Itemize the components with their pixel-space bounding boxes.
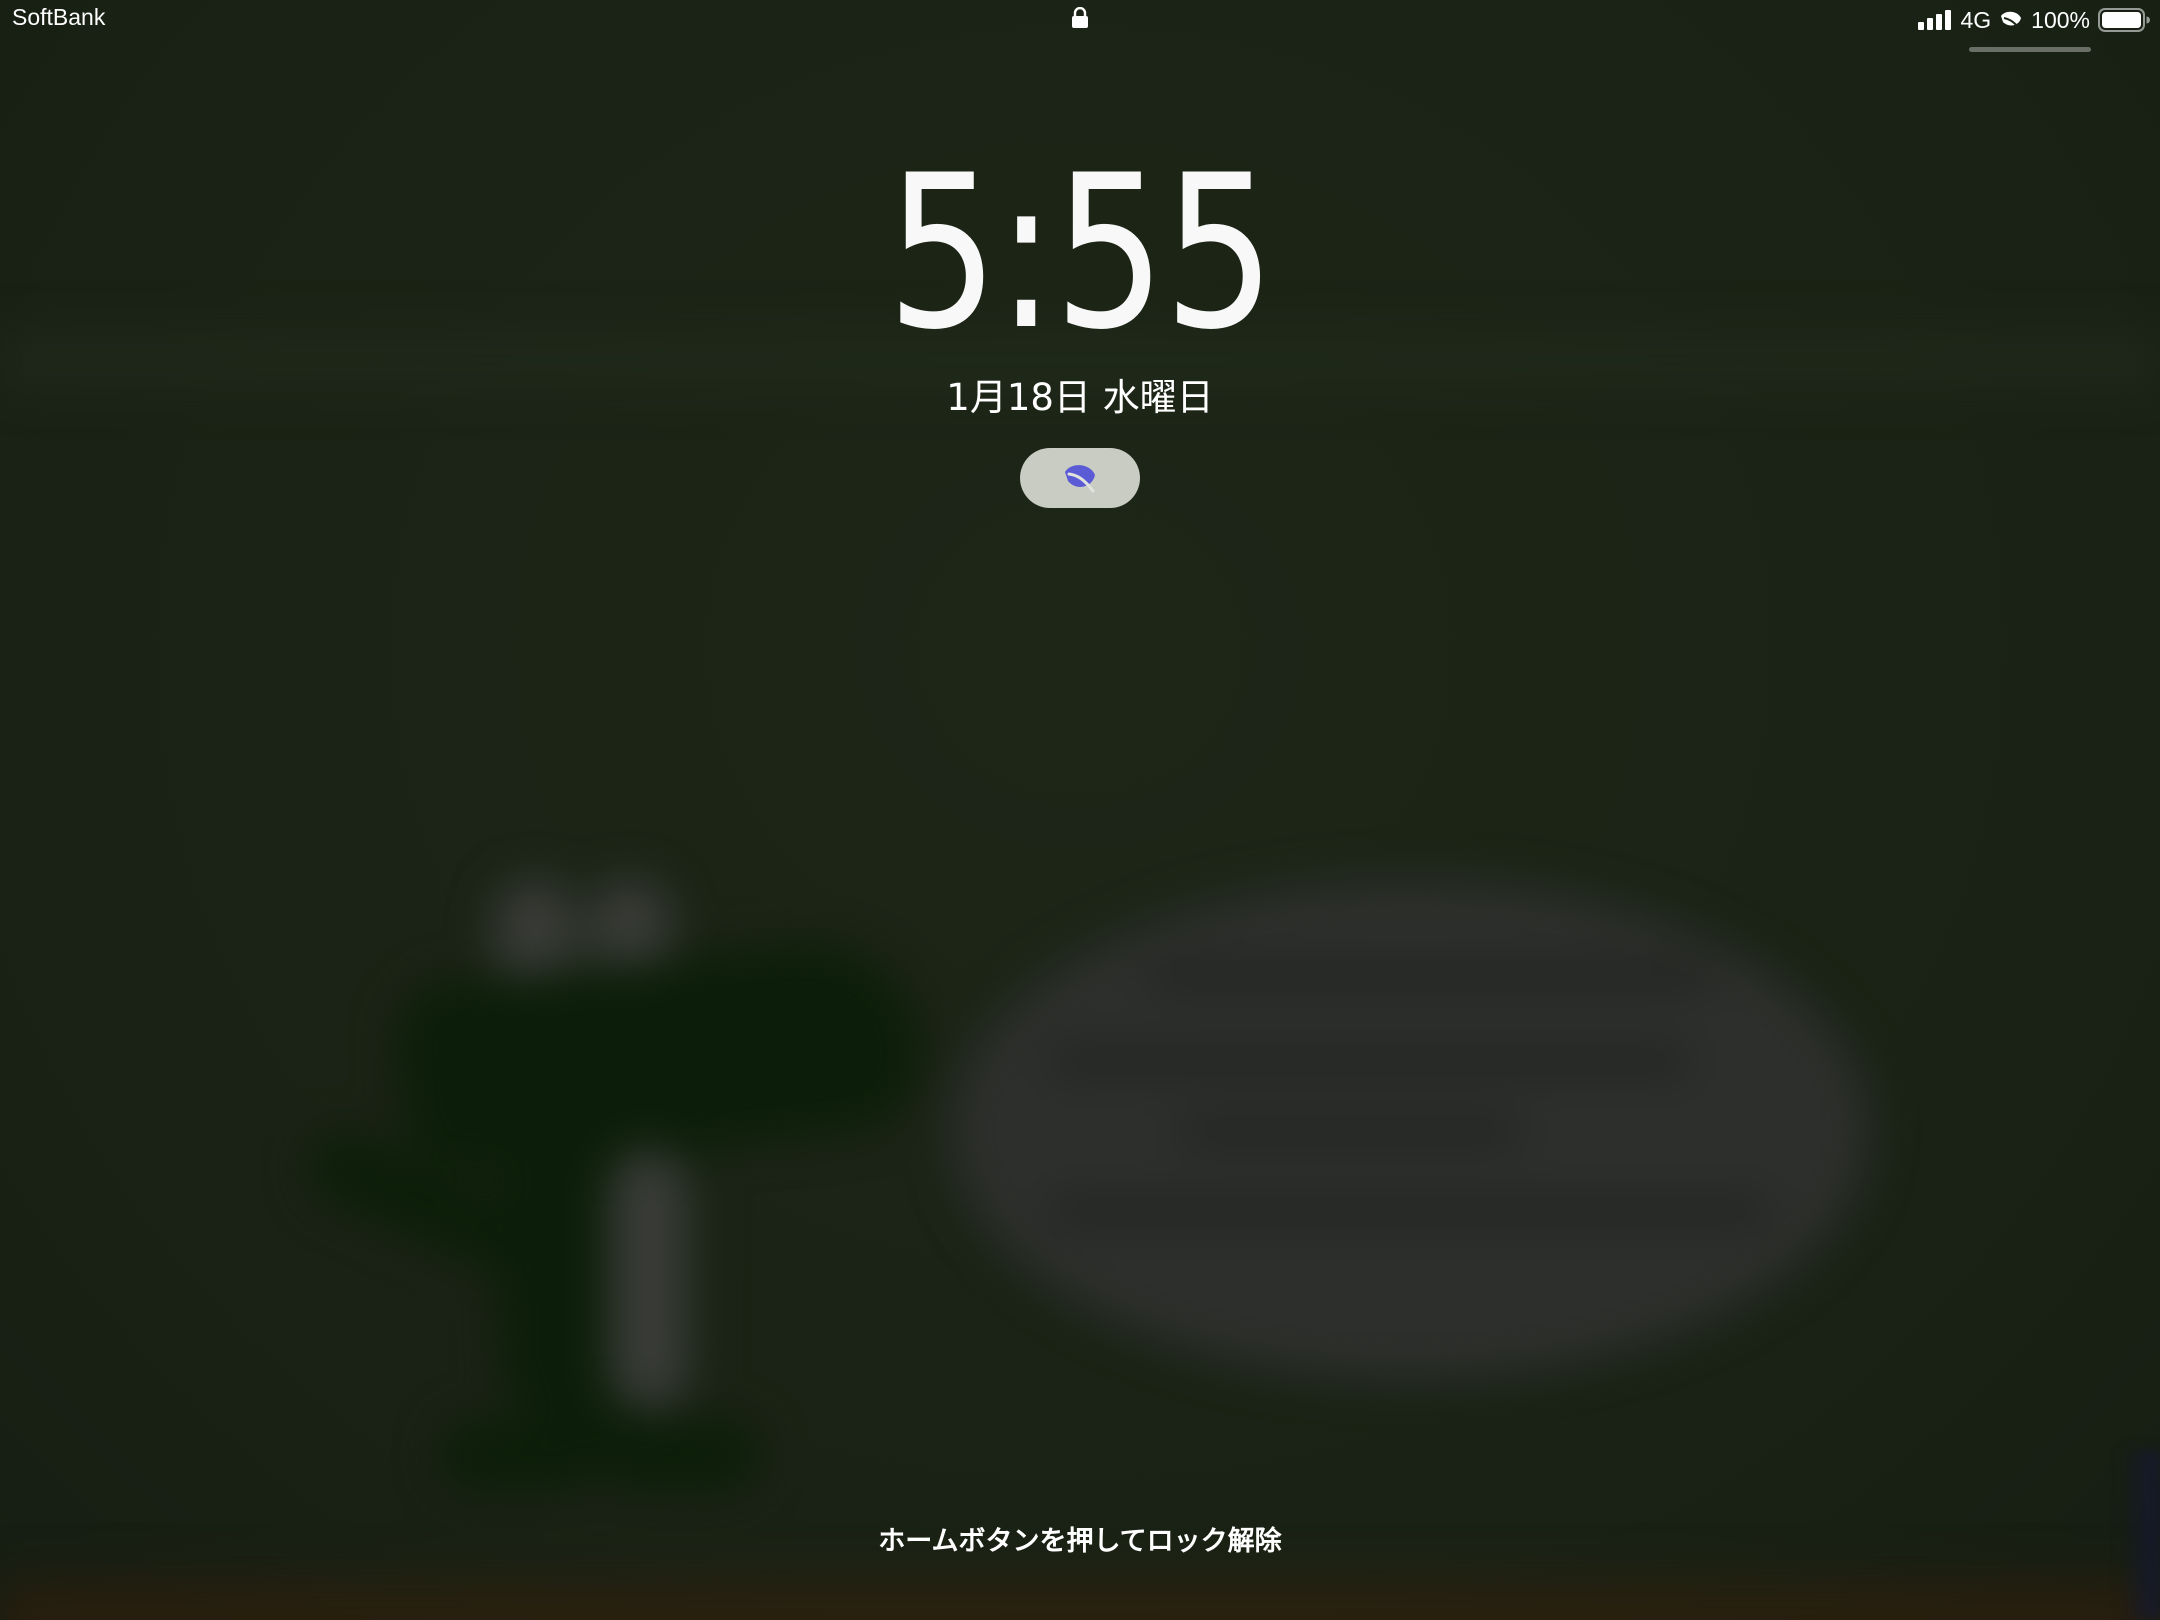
network-type: 4G — [1960, 6, 1992, 33]
battery-percent: 100% — [2031, 6, 2090, 33]
control-center-grabber[interactable] — [1969, 47, 2091, 52]
battery-icon — [2098, 8, 2150, 32]
lock-screen-time: 5:55 — [886, 129, 1275, 376]
lock-icon — [1072, 7, 1088, 28]
signal-icon — [1918, 10, 1952, 30]
focus-mode-indicator[interactable] — [1020, 448, 1140, 508]
leaf-icon — [2001, 11, 2022, 29]
carrier-label: SoftBank — [12, 4, 106, 30]
status-indicators: 4G 100% — [1918, 3, 2150, 37]
status-bar: SoftBank 4G 100% — [0, 0, 2160, 52]
leaf-icon — [1065, 465, 1095, 493]
lock-screen-date: 1月18日 水曜日 — [946, 376, 1214, 419]
lock-screen: SoftBank 4G 100% 5:55 1月18日 水曜日 ホームボタンを押… — [0, 0, 2160, 1620]
unlock-hint: ホームボタンを押してロック解除 — [878, 1526, 1282, 1557]
